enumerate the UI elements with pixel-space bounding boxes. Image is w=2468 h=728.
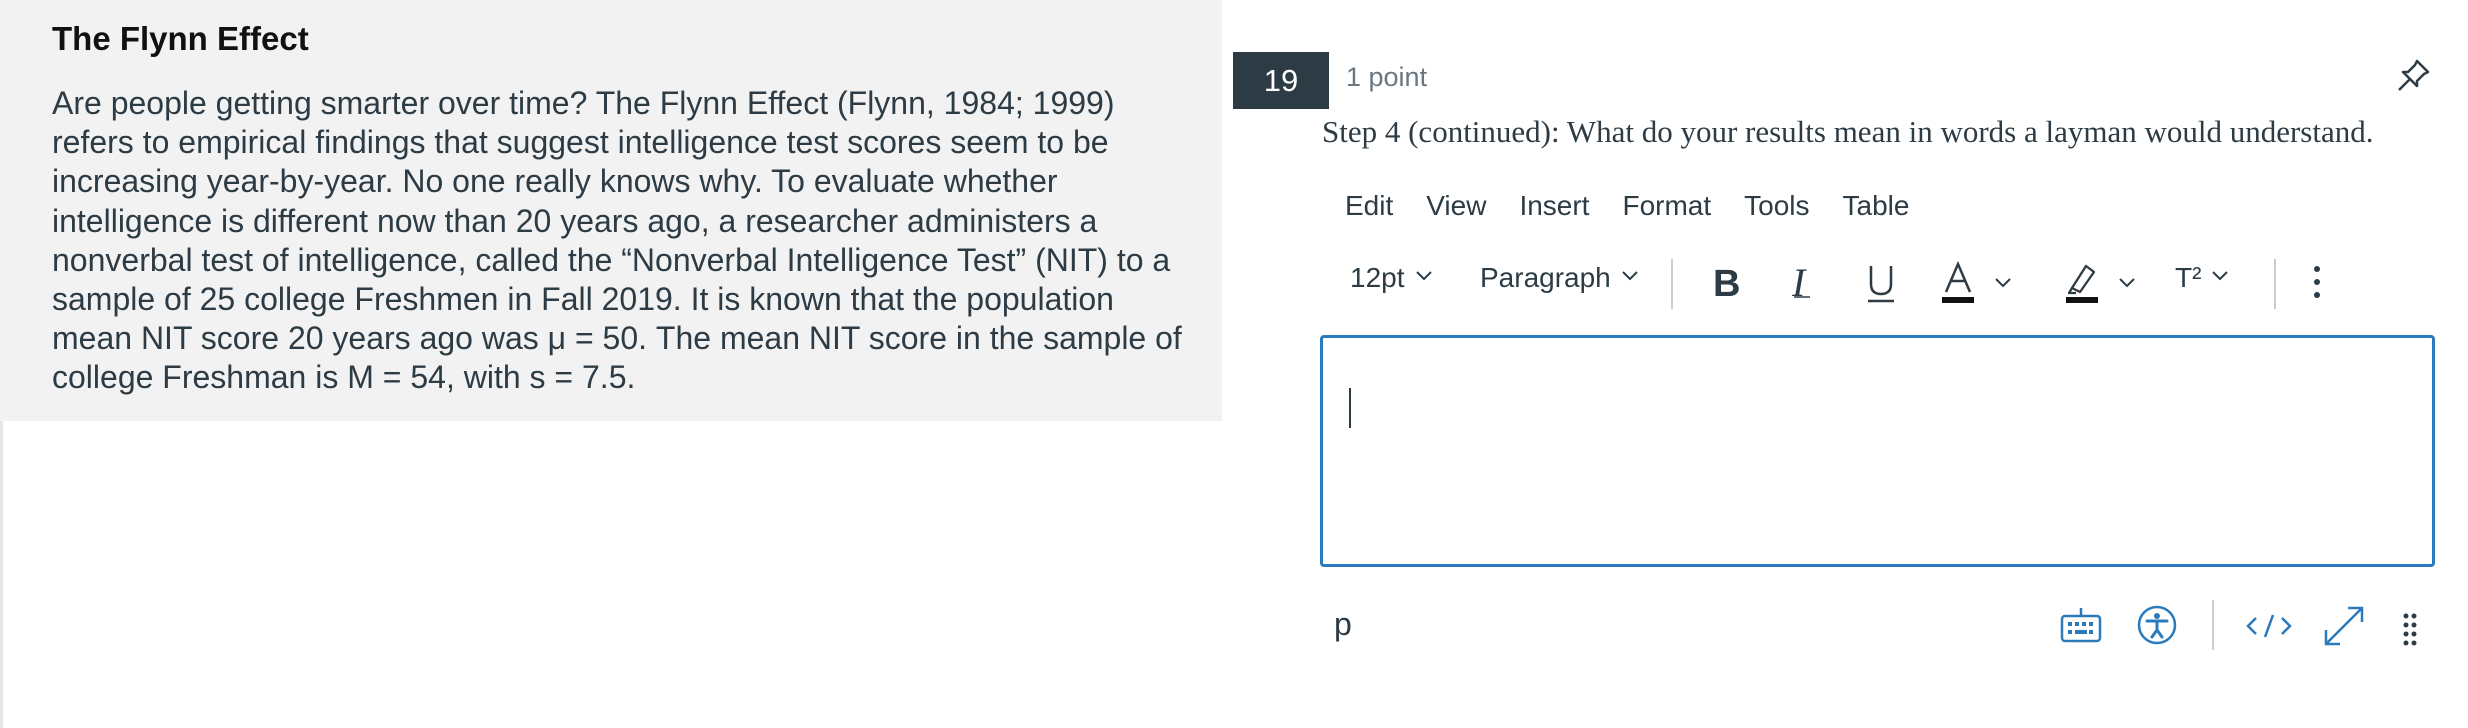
- menu-table[interactable]: Table: [1843, 190, 1910, 230]
- superscript-button[interactable]: T²: [2175, 262, 2229, 294]
- editor-menubar: Edit View Insert Format Tools Table: [1345, 190, 1942, 230]
- bold-button[interactable]: B: [1710, 260, 1744, 309]
- svg-text:B: B: [1713, 263, 1740, 304]
- chevron-down-icon[interactable]: [2211, 269, 2229, 287]
- element-path[interactable]: p: [1334, 606, 1352, 643]
- menu-tools[interactable]: Tools: [1744, 190, 1809, 230]
- fullscreen-icon: [2322, 606, 2366, 652]
- editor-toolbar: 12pt Paragraph B I T²: [1330, 254, 2330, 314]
- passage-title: The Flynn Effect: [52, 20, 309, 57]
- chevron-down-icon: [1415, 269, 1433, 287]
- chevron-down-icon[interactable]: [1994, 276, 2012, 294]
- question-points: 1 point: [1346, 62, 1428, 92]
- accessibility-checker-button[interactable]: [2136, 604, 2178, 651]
- text-cursor: [1349, 388, 1351, 428]
- chevron-down-icon: [1621, 269, 1639, 287]
- italic-icon: I: [1786, 260, 1820, 309]
- resize-handle[interactable]: [2402, 612, 2418, 653]
- bold-icon: B: [1710, 260, 1744, 309]
- keyboard-shortcuts-button[interactable]: [2060, 607, 2102, 648]
- passage-panel: The Flynn Effect Are people getting smar…: [0, 0, 1222, 421]
- resize-handle-icon: [2402, 613, 2418, 652]
- menu-edit[interactable]: Edit: [1345, 190, 1393, 230]
- more-button[interactable]: [2312, 264, 2322, 305]
- underline-button[interactable]: [1863, 260, 1899, 309]
- answer-editor[interactable]: [1320, 335, 2435, 567]
- font-size-select[interactable]: 12pt: [1350, 262, 1433, 294]
- statusbar-separator: [2212, 600, 2214, 650]
- toolbar-separator: [2274, 259, 2276, 309]
- menu-format[interactable]: Format: [1622, 190, 1711, 230]
- toolbar-separator: [1671, 259, 1673, 309]
- block-format-select[interactable]: Paragraph: [1480, 262, 1639, 294]
- text-color-icon: [1940, 260, 1976, 309]
- keyboard-icon: [2060, 608, 2102, 647]
- html-editor-button[interactable]: [2246, 612, 2292, 645]
- italic-button[interactable]: I: [1786, 260, 1820, 309]
- chevron-down-icon[interactable]: [2118, 276, 2136, 294]
- pin-icon[interactable]: [2393, 56, 2433, 96]
- block-format-value: Paragraph: [1480, 262, 1611, 293]
- question-number: 19: [1233, 52, 1329, 109]
- html-editor-icon: [2246, 614, 2292, 644]
- highlight-icon: [2064, 260, 2100, 309]
- accessibility-icon: [2136, 605, 2178, 650]
- menu-insert[interactable]: Insert: [1519, 190, 1589, 230]
- superscript-icon: T²: [2175, 262, 2202, 293]
- highlight-color-button[interactable]: [2064, 260, 2136, 309]
- more-icon: [2312, 264, 2322, 305]
- font-size-value: 12pt: [1350, 262, 1405, 293]
- fullscreen-button[interactable]: [2322, 604, 2366, 653]
- underline-icon: [1863, 260, 1899, 309]
- menu-view[interactable]: View: [1426, 190, 1486, 230]
- passage-body: Are people getting smarter over time? Th…: [52, 85, 1182, 396]
- question-prompt: Step 4 (continued): What do your results…: [1322, 114, 2374, 149]
- text-color-button[interactable]: [1940, 260, 2012, 309]
